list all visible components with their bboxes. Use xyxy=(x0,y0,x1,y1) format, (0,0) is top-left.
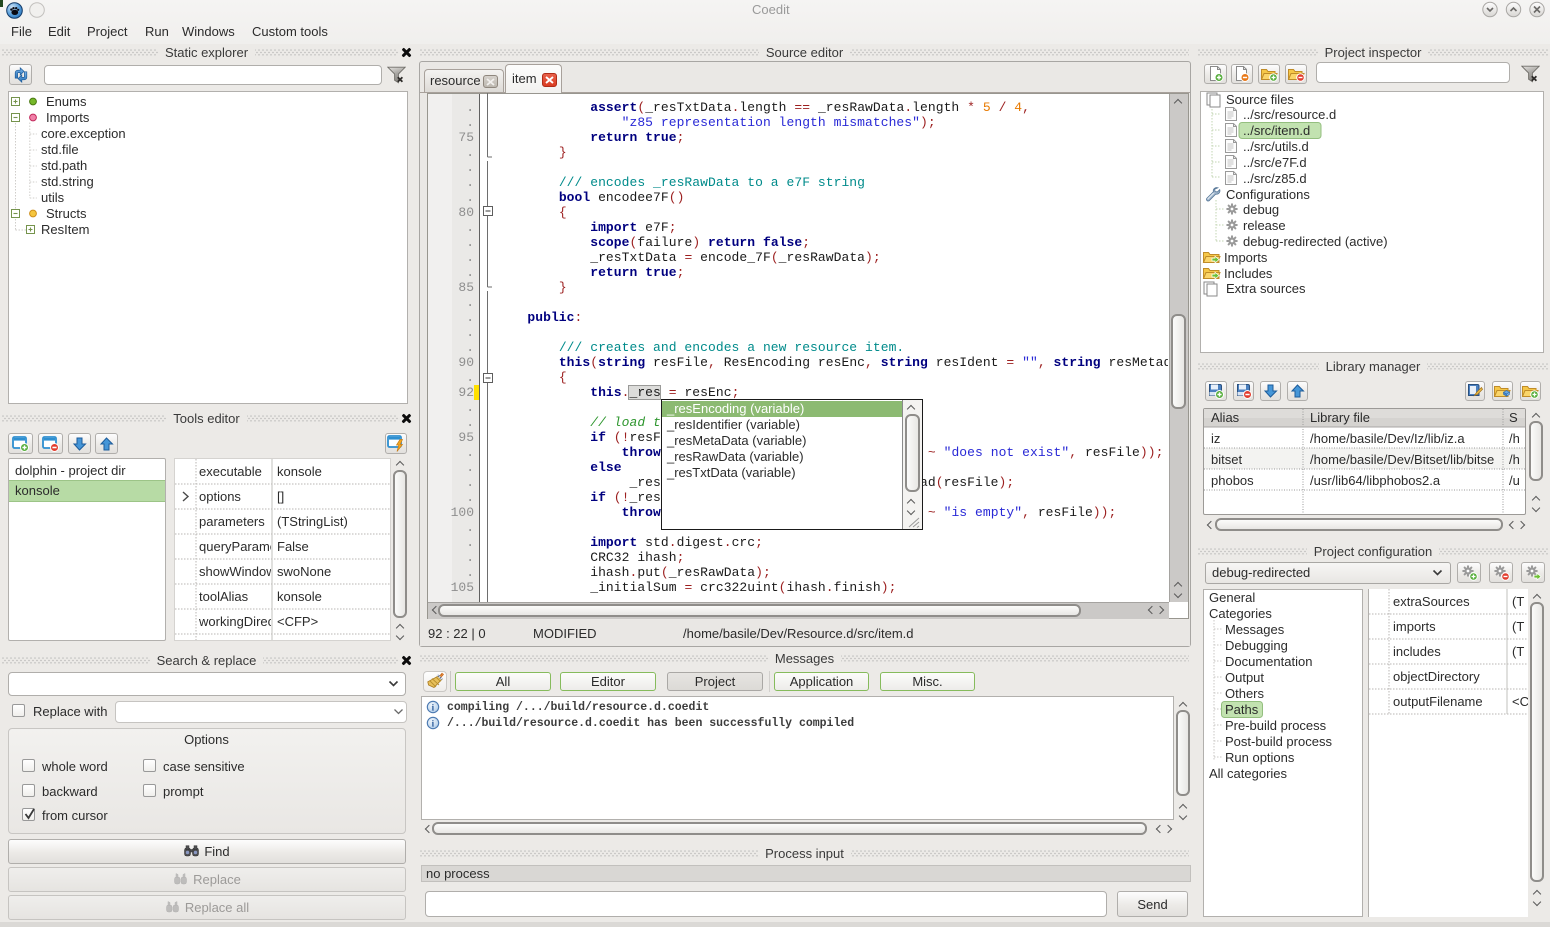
svg-text:toolAlias: toolAlias xyxy=(199,589,249,604)
svg-text:Extra sources: Extra sources xyxy=(1226,281,1306,296)
svg-text:/home/basile/Dev/Bitset/lib/bi: /home/basile/Dev/Bitset/lib/bitse xyxy=(1310,452,1494,467)
svg-text:(T: (T xyxy=(1512,644,1524,659)
svg-text:konsole: konsole xyxy=(277,464,322,479)
svg-text:Debugging: Debugging xyxy=(1225,638,1288,653)
svg-text:../src/z85.d: ../src/z85.d xyxy=(1243,171,1307,186)
svg-text:ResItem: ResItem xyxy=(41,222,89,237)
svg-text:objectDirectory: objectDirectory xyxy=(1393,669,1480,684)
svg-text:debug-redirected (active): debug-redirected (active) xyxy=(1243,234,1388,249)
svg-text:outputFilename: outputFilename xyxy=(1393,694,1483,709)
svg-text:iz: iz xyxy=(1211,431,1220,446)
svg-text:includes: includes xyxy=(1393,644,1441,659)
svg-text:S: S xyxy=(1509,410,1518,425)
svg-text:All categories: All categories xyxy=(1209,766,1288,781)
svg-text:options: options xyxy=(199,489,241,504)
svg-text:(T: (T xyxy=(1512,619,1524,634)
svg-text:queryParamete: queryParamete xyxy=(199,539,288,554)
svg-text:Imports: Imports xyxy=(1224,250,1268,265)
svg-text:Post-build process: Post-build process xyxy=(1225,734,1332,749)
svg-text:executable: executable xyxy=(199,464,262,479)
svg-text:<C: <C xyxy=(1512,694,1528,709)
svg-text:konsole: konsole xyxy=(277,589,322,604)
svg-text:Imports: Imports xyxy=(46,110,90,125)
svg-text:../src/utils.d: ../src/utils.d xyxy=(1243,139,1309,154)
svg-text:General: General xyxy=(1209,590,1255,605)
svg-text:/usr/lib64/libphobos2.a: /usr/lib64/libphobos2.a xyxy=(1310,473,1441,488)
svg-text:debug: debug xyxy=(1243,202,1279,217)
svg-text:Structs: Structs xyxy=(46,206,87,221)
svg-text:Others: Others xyxy=(1225,686,1265,701)
svg-text:../src/resource.d: ../src/resource.d xyxy=(1243,107,1336,122)
svg-text:showWindows: showWindows xyxy=(199,564,283,579)
svg-text:Categories: Categories xyxy=(1209,606,1272,621)
svg-text:phobos: phobos xyxy=(1211,473,1254,488)
svg-text:Pre-build process: Pre-build process xyxy=(1225,718,1327,733)
svg-text:Run options: Run options xyxy=(1225,750,1295,765)
svg-text:Library file: Library file xyxy=(1310,410,1370,425)
svg-text:Alias: Alias xyxy=(1211,410,1240,425)
svg-text:release: release xyxy=(1243,218,1286,233)
svg-text:[]: [] xyxy=(277,489,284,504)
svg-text:(TStringList): (TStringList) xyxy=(277,514,348,529)
svg-text:std.string: std.string xyxy=(41,174,94,189)
svg-text:std.file: std.file xyxy=(41,142,79,157)
svg-text:Configurations: Configurations xyxy=(1226,187,1310,202)
svg-text:Includes: Includes xyxy=(1224,266,1273,281)
svg-text:std.path: std.path xyxy=(41,158,87,173)
svg-text:False: False xyxy=(277,539,309,554)
svg-text:parameters: parameters xyxy=(199,514,265,529)
svg-text:utils: utils xyxy=(41,190,65,205)
svg-text:Source files: Source files xyxy=(1226,92,1294,107)
svg-text:extraSources: extraSources xyxy=(1393,594,1470,609)
svg-text:bitset: bitset xyxy=(1211,452,1242,467)
svg-text:core.exception: core.exception xyxy=(41,126,126,141)
svg-text:Paths: Paths xyxy=(1225,702,1259,717)
svg-text:Enums: Enums xyxy=(46,94,87,109)
svg-text:/h: /h xyxy=(1509,452,1520,467)
svg-text:Output: Output xyxy=(1225,670,1264,685)
svg-text:/u: /u xyxy=(1509,473,1520,488)
svg-text:<CFP>: <CFP> xyxy=(277,614,318,629)
svg-text:/h: /h xyxy=(1509,431,1520,446)
svg-text:Documentation: Documentation xyxy=(1225,654,1312,669)
svg-text:../src/e7F.d: ../src/e7F.d xyxy=(1243,155,1307,170)
svg-text:Messages: Messages xyxy=(1225,622,1285,637)
svg-text:(T: (T xyxy=(1512,594,1524,609)
svg-text:swoNone: swoNone xyxy=(277,564,331,579)
svg-text:../src/item.d: ../src/item.d xyxy=(1243,123,1310,138)
svg-text:imports: imports xyxy=(1393,619,1436,634)
svg-text:/home/basile/Dev/Iz/lib/iz.a: /home/basile/Dev/Iz/lib/iz.a xyxy=(1310,431,1465,446)
